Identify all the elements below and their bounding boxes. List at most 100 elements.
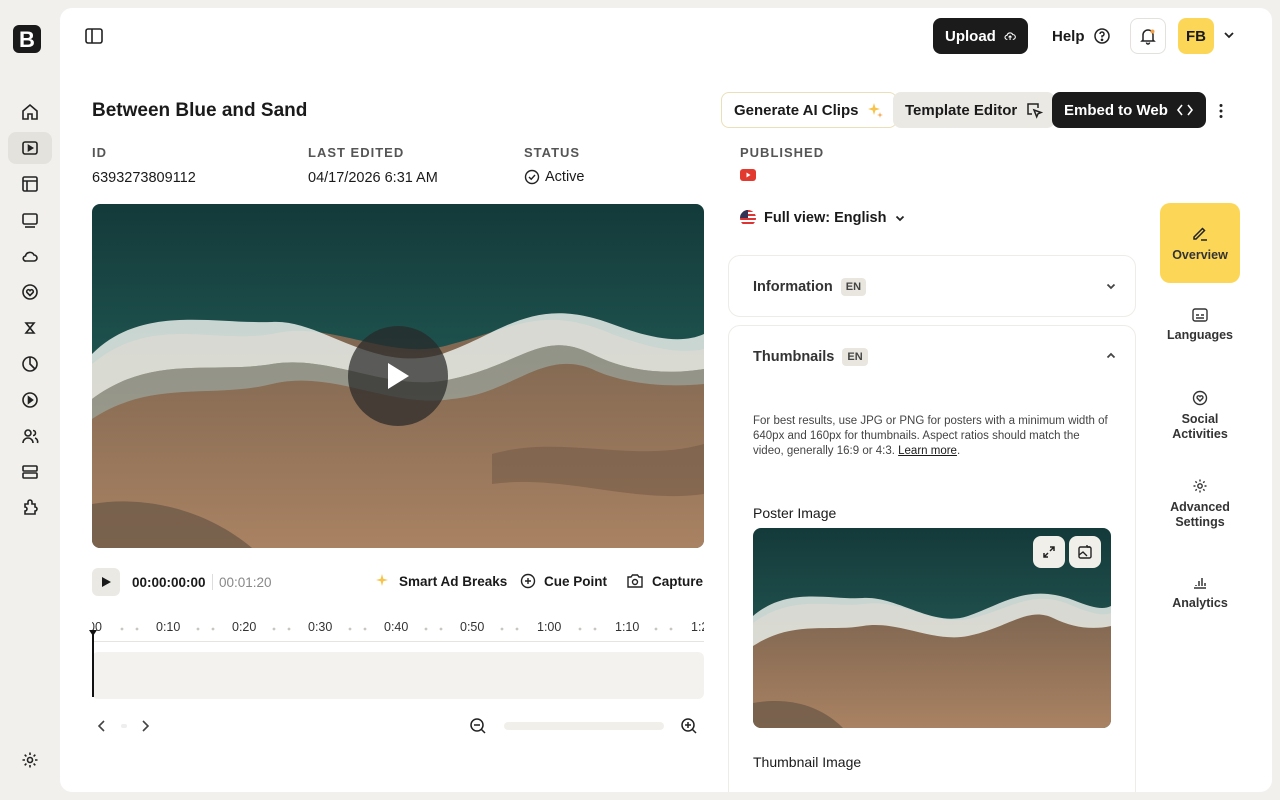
chevron-left-icon[interactable] <box>96 719 108 733</box>
zoom-in-icon[interactable] <box>680 717 698 735</box>
generate-ai-clips-button[interactable]: Generate AI Clips <box>721 92 898 128</box>
page-title: Between Blue and Sand <box>92 100 308 121</box>
youtube-icon[interactable] <box>740 169 756 181</box>
code-icon <box>1176 104 1193 116</box>
capture-button[interactable]: Capture <box>626 573 703 589</box>
tab-languages[interactable]: Languages <box>1160 308 1240 342</box>
more-options-icon[interactable] <box>1212 102 1230 120</box>
camera-icon <box>627 574 643 588</box>
chevron-down-icon[interactable] <box>1222 28 1236 42</box>
sparkle-icon <box>868 103 884 118</box>
thumbnails-header[interactable]: Thumbnails EN <box>753 348 868 366</box>
template-editor-button[interactable]: Template Editor <box>893 92 1056 128</box>
thumbnails-section: Thumbnails EN For best results, use JPG … <box>728 325 1136 792</box>
published-label: PUBLISHED <box>740 145 825 160</box>
tab-advanced-settings[interactable]: Advanced Settings <box>1160 478 1240 530</box>
library-icon[interactable] <box>8 168 52 200</box>
replace-image-button[interactable] <box>1069 536 1101 568</box>
check-circle-icon <box>524 169 540 185</box>
expand-icon <box>1043 546 1055 558</box>
bell-icon <box>1140 29 1156 45</box>
storage-icon[interactable] <box>8 456 52 488</box>
information-label: Information <box>753 279 833 295</box>
video-player[interactable] <box>92 204 704 548</box>
tab-social-line2: Activities <box>1172 427 1228 441</box>
help-icon <box>1093 28 1110 44</box>
notifications-button[interactable] <box>1130 18 1166 54</box>
tick-dots <box>120 627 673 631</box>
information-section[interactable]: Information EN <box>728 255 1136 317</box>
users-icon[interactable] <box>8 420 52 452</box>
logo-letter: B <box>19 27 35 52</box>
upload-button[interactable]: Upload <box>933 18 1028 54</box>
play-button[interactable] <box>92 568 120 596</box>
thumbnails-label: Thumbnails <box>753 349 835 365</box>
tab-social-label: Social Activities <box>1172 412 1228 442</box>
bar-chart-icon <box>1194 578 1206 589</box>
zoom-out-icon[interactable] <box>469 717 487 735</box>
home-icon[interactable] <box>8 96 52 128</box>
chevron-down-icon[interactable] <box>1105 280 1117 292</box>
social-icon[interactable] <box>8 276 52 308</box>
expand-button[interactable] <box>1033 536 1065 568</box>
chevron-up-icon[interactable] <box>1105 350 1117 362</box>
page-indicator <box>121 724 127 728</box>
sparkle-icon <box>376 574 388 586</box>
language-view-select[interactable]: Full view: English <box>740 210 906 226</box>
us-flag-icon <box>740 210 756 226</box>
ai-icon[interactable] <box>8 312 52 344</box>
zoom-slider[interactable] <box>504 722 664 730</box>
status-value: Active <box>545 169 585 185</box>
poster-image-label: Poster Image <box>753 505 837 521</box>
cue-point-button[interactable]: Cue Point <box>520 573 607 589</box>
chevron-right-icon[interactable] <box>139 719 151 733</box>
id-value: 6393273809112 <box>92 170 196 186</box>
help-label: Help <box>1052 27 1085 45</box>
embed-to-web-button[interactable]: Embed to Web <box>1052 92 1206 128</box>
heart-circle-icon <box>1192 390 1208 406</box>
playlists-icon[interactable] <box>8 204 52 236</box>
status-label: STATUS <box>524 145 581 160</box>
help-button[interactable]: Help <box>1040 18 1123 54</box>
information-header: Information EN <box>753 278 867 296</box>
template-cursor-icon <box>1027 103 1044 119</box>
play-small-icon <box>102 577 111 587</box>
smart-ad-breaks-button[interactable]: Smart Ad Breaks <box>375 573 507 589</box>
tab-social-activities[interactable]: Social Activities <box>1160 390 1240 442</box>
last-edited-label: LAST EDITED <box>308 145 405 160</box>
current-time: 00:00:00:00 <box>132 575 206 590</box>
language-badge: EN <box>842 348 868 366</box>
template-label: Template Editor <box>905 101 1018 119</box>
play-overlay-button[interactable] <box>348 326 448 426</box>
integrations-icon[interactable] <box>8 492 52 524</box>
gear-icon[interactable] <box>8 744 52 776</box>
tab-languages-label: Languages <box>1167 328 1233 342</box>
sidebar-toggle-icon[interactable] <box>84 26 104 46</box>
upload-label: Upload <box>945 27 996 45</box>
tab-overview-label: Overview <box>1172 248 1228 262</box>
gear-icon <box>1193 479 1207 493</box>
poster-image[interactable] <box>753 528 1111 728</box>
id-label: ID <box>92 145 107 160</box>
analytics-pie-icon[interactable] <box>8 348 52 380</box>
play-icon <box>388 363 409 389</box>
image-edit-icon <box>1078 545 1092 559</box>
tab-analytics[interactable]: Analytics <box>1160 574 1240 610</box>
timeline-track[interactable] <box>92 652 704 699</box>
avatar-initials: FB <box>1186 27 1206 45</box>
brand-logo[interactable]: B <box>10 20 46 56</box>
cloud-icon[interactable] <box>8 240 52 272</box>
playhead[interactable] <box>92 632 94 697</box>
time-divider <box>212 574 213 590</box>
live-icon[interactable] <box>8 384 52 416</box>
view-label: Full view: English <box>764 210 887 226</box>
videos-icon[interactable] <box>8 132 52 164</box>
learn-more-link[interactable]: Learn more <box>898 445 957 457</box>
tab-overview[interactable]: Overview <box>1160 203 1240 283</box>
avatar[interactable]: FB <box>1178 18 1214 54</box>
last-edited-value: 04/17/2026 6:31 AM <box>308 170 438 186</box>
duration: 00:01:20 <box>219 575 272 590</box>
generate-label: Generate AI Clips <box>734 101 859 119</box>
thumbnail-image-label: Thumbnail Image <box>753 754 862 770</box>
pencil-icon <box>1193 227 1207 241</box>
